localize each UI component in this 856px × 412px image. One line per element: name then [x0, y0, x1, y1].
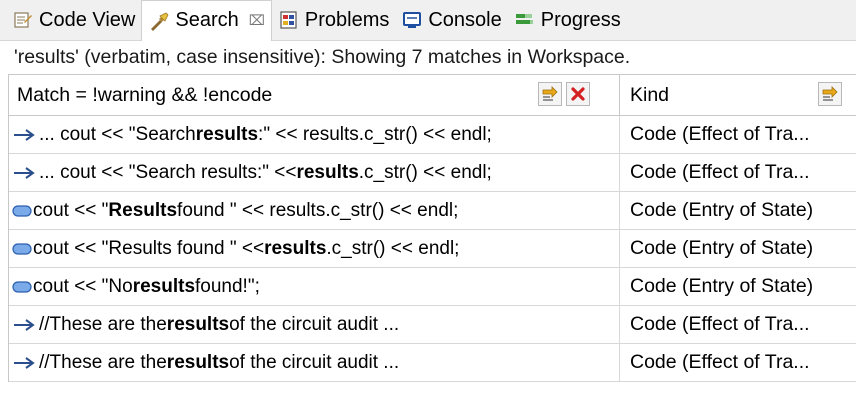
match-highlight: Results [108, 199, 178, 221]
filter-icon [542, 86, 558, 101]
state-icon [12, 201, 32, 221]
tab-search[interactable]: Search ⌧ [141, 0, 272, 41]
table-row[interactable]: ... cout << "Search results:" << results… [9, 116, 856, 154]
match-prefix: //These are the [39, 313, 167, 335]
search-flashlight-icon [148, 10, 170, 32]
table-row[interactable]: //These are the results of the circuit a… [9, 306, 856, 344]
match-highlight: results [264, 237, 327, 259]
table-row[interactable]: ... cout << "Search results:" << results… [9, 154, 856, 192]
match-prefix: cout << "Results found " << [33, 237, 265, 259]
tab-label: Problems [304, 8, 390, 31]
table-row[interactable]: cout << "No results found!"; Code (Entry… [9, 268, 856, 306]
match-suffix: found " << results.c_str() << endl; [177, 199, 459, 221]
match-cell: cout << "Results found " << results.c_st… [9, 192, 620, 229]
column-header-kind[interactable]: Kind [620, 75, 856, 115]
tab-progress[interactable]: Progress [508, 0, 627, 40]
transition-arrow-icon [12, 125, 38, 145]
match-prefix: ... cout << "Search results:" << [39, 161, 297, 183]
kind-cell: Code (Effect of Tra... [630, 161, 810, 183]
kind-cell: Code (Effect of Tra... [630, 313, 810, 335]
match-cell: //These are the results of the circuit a… [9, 306, 620, 343]
match-cell: ... cout << "Search results:" << results… [9, 116, 620, 153]
kind-cell: Code (Entry of State) [630, 237, 814, 259]
column-header-label: Match = !warning && !encode [17, 83, 273, 106]
match-cell: //These are the results of the circuit a… [9, 344, 620, 381]
transition-arrow-icon [12, 163, 38, 183]
match-highlight: results [132, 275, 196, 297]
remove-filter-button[interactable] [566, 82, 590, 106]
tab-label: Code View [39, 8, 136, 31]
progress-icon [514, 9, 536, 31]
match-highlight: results [195, 123, 259, 145]
column-filter-button[interactable] [538, 82, 562, 106]
tab-label: Console [428, 8, 502, 31]
match-prefix: cout << " [33, 199, 109, 221]
problems-icon [278, 9, 300, 31]
table-row[interactable]: cout << "Results found " << results.c_st… [9, 230, 856, 268]
remove-x-icon [571, 87, 585, 101]
match-suffix: .c_str() << endl; [326, 237, 460, 259]
state-icon [12, 239, 32, 259]
tab-label: Progress [540, 8, 621, 31]
match-prefix: ... cout << "Search [39, 123, 196, 145]
match-suffix: :" << results.c_str() << endl; [258, 123, 492, 145]
tab-console[interactable]: Console [395, 0, 507, 40]
match-suffix: of the circuit audit ... [229, 351, 400, 373]
kind-cell: Code (Effect of Tra... [630, 351, 810, 373]
table-row[interactable]: //These are the results of the circuit a… [9, 344, 856, 382]
transition-arrow-icon [12, 353, 38, 373]
column-filter-button[interactable] [818, 82, 842, 106]
match-prefix: //These are the [39, 351, 167, 373]
kind-cell: Code (Entry of State) [630, 275, 814, 297]
match-cell: cout << "No results found!"; [9, 268, 620, 305]
console-icon [401, 9, 423, 31]
close-tab-icon[interactable]: ⌧ [249, 12, 265, 29]
table-header: Match = !warning && !encode Kind [9, 75, 856, 116]
match-highlight: results [296, 161, 359, 183]
filter-icon [822, 86, 838, 101]
view-tab-bar: Code View Search ⌧ Problems Console Prog… [0, 0, 856, 41]
match-highlight: results [166, 313, 230, 335]
state-icon [12, 277, 32, 297]
kind-cell: Code (Entry of State) [630, 199, 814, 221]
code-view-icon [12, 9, 34, 31]
match-suffix: found!"; [195, 275, 260, 297]
search-results-table: Match = !warning && !encode Kind ... cou… [8, 74, 856, 382]
transition-arrow-icon [12, 315, 38, 335]
search-status-text: 'results' (verbatim, case insensitive): … [0, 41, 856, 74]
tab-label: Search [175, 9, 239, 31]
column-header-match[interactable]: Match = !warning && !encode [9, 75, 620, 115]
table-row[interactable]: cout << "Results found " << results.c_st… [9, 192, 856, 230]
match-cell: cout << "Results found " << results.c_st… [9, 230, 620, 267]
kind-cell: Code (Effect of Tra... [630, 123, 810, 145]
match-suffix: of the circuit audit ... [229, 313, 400, 335]
tab-code-view[interactable]: Code View [6, 0, 141, 40]
tab-problems[interactable]: Problems [272, 0, 395, 40]
match-cell: ... cout << "Search results:" << results… [9, 154, 620, 191]
column-header-label: Kind [630, 83, 670, 106]
match-prefix: cout << "No [33, 275, 133, 297]
match-suffix: .c_str() << endl; [358, 161, 492, 183]
match-highlight: results [166, 351, 230, 373]
